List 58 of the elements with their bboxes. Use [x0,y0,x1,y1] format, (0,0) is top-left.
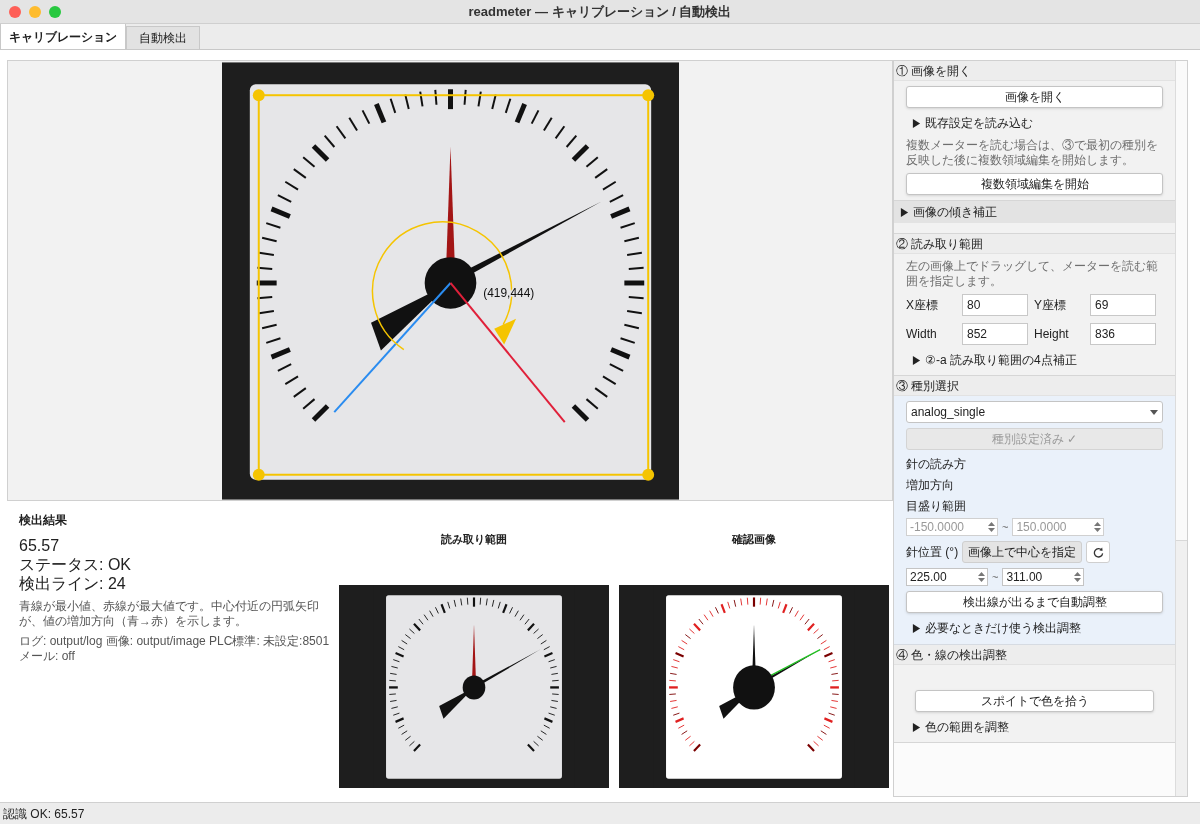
number-field[interactable]: 80 [962,294,1028,316]
caret-icon [912,355,921,365]
field-label: X座標 [906,297,939,314]
section-header: ② 読み取り範囲 [894,234,1175,254]
result-title: 検出結果 [19,512,68,529]
selection-rectangle[interactable] [252,89,654,481]
refresh-icon [1092,546,1104,558]
result-note: 青線が最小値、赤線が最大値です。中心付近の円弧矢印が、値の増加方向（青→赤）を示します。 [19,599,320,629]
panel-button[interactable]: 複数領域編集を開始 [906,173,1163,195]
log-info: ログ: output/log 画像: output/image PLC標準: 未設定:8501 メール: off [19,634,331,664]
result-status: ステータス: OK [19,555,132,574]
refresh-button[interactable] [1086,541,1111,563]
range-separator: ~ [992,569,999,585]
caret-icon [900,207,909,217]
disclosure-toggle[interactable]: ②-a 読み取り範囲の4点補正 [906,350,1163,370]
number-field[interactable]: 836 [1090,323,1156,345]
spinner-icon[interactable] [978,572,985,582]
close-window-icon[interactable] [9,6,21,18]
disclosure-toggle[interactable]: 色の範囲を調整 [906,717,1163,737]
dropdown-icon [1150,409,1158,415]
caret-icon [912,118,921,128]
section-header: ④ 色・線の検出調整 [894,645,1175,665]
result-value: 65.57 [19,536,61,555]
scrollbar[interactable] [1175,61,1187,796]
status-text: 認識 OK: 65.57 [3,805,85,823]
help-text: 左の画像上でドラッグして、メーターを読む範囲を指定します。 [906,259,1159,289]
caret-icon [912,722,921,732]
preview-title: 読み取り範囲 [440,532,507,547]
section-header: ③ 種別選択 [894,376,1175,396]
preview-title: 確認画像 [731,532,776,547]
field-label: Height [1034,326,1070,343]
panel-button[interactable]: スポイトで色を拾う [915,690,1154,712]
number-field[interactable]: 69 [1090,294,1156,316]
section-toggle[interactable]: 画像の傾き補正 [894,201,1175,223]
window-title: readmeter — キャリブレーション / 自動検出 [468,2,732,21]
field-label: 増加方向 [906,477,955,492]
tab[interactable]: キャリブレーション [0,23,126,49]
range-separator: ~ [1002,519,1009,535]
number-field[interactable]: 852 [962,323,1028,345]
field-label: 目盛り範囲 [906,498,967,513]
field-label: Width [906,326,938,343]
spin-field[interactable]: 225.00 [906,568,988,586]
tab[interactable]: 自動検出 [126,26,200,49]
result-lines: 検出ライン: 24 [19,574,127,593]
panel-button[interactable]: 画像を開く [906,86,1163,108]
field-label: 針の読み方 [906,456,967,471]
type-select[interactable]: analog_single [906,401,1163,423]
spinner-icon[interactable] [1074,572,1082,582]
caret-icon [912,623,921,633]
disclosure-toggle[interactable]: 既存設定を読み込む [906,113,1163,133]
help-text: 複数メーターを読む場合は、③で最初の種別を反映した後に複数領域編集を開始します。 [906,138,1159,168]
section-header: ① 画像を開く [894,61,1175,81]
field-label: Y座標 [1034,297,1067,314]
spin-field[interactable]: 311.00 [1002,568,1085,586]
panel-button[interactable]: 検出線が出るまで自動調整 [906,591,1163,613]
disclosure-toggle[interactable]: 必要なときだけ使う検出調整 [906,618,1163,638]
field-label: 針位置 (°) [906,544,959,561]
pick-center-button[interactable]: 画像上で中心を指定 [962,541,1083,563]
